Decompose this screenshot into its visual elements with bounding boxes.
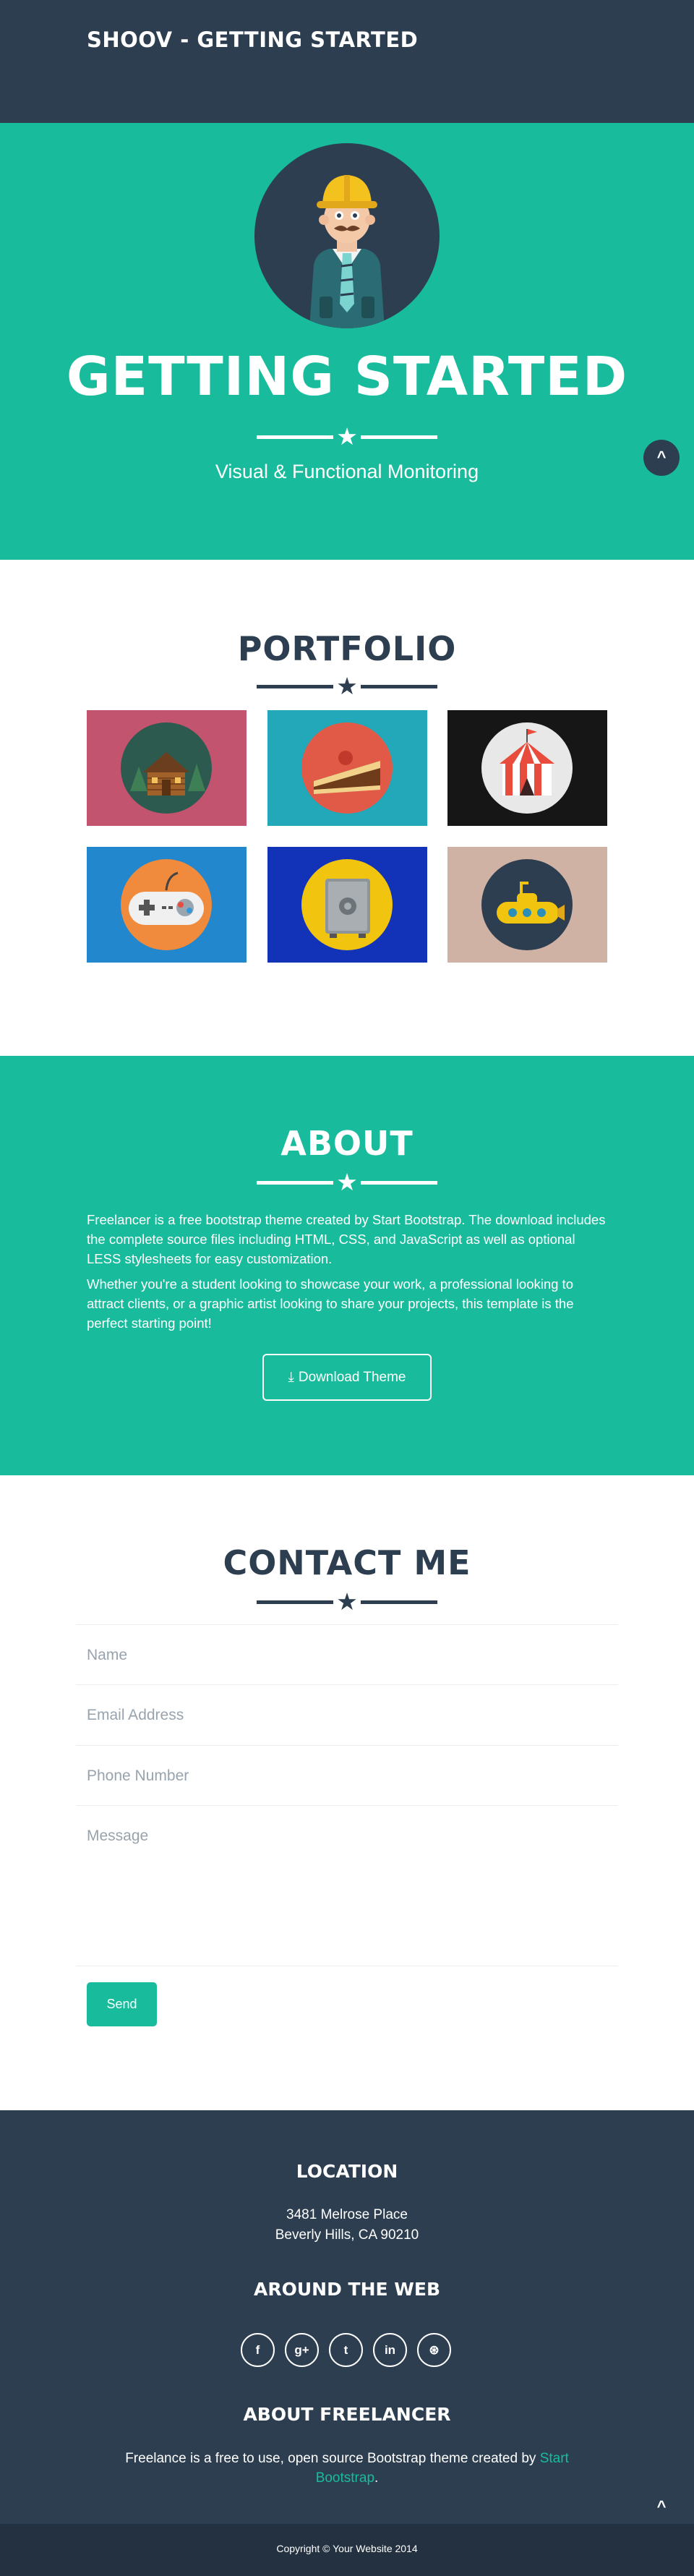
safe-image: [267, 847, 427, 963]
footer-about-text: Freelance is a free to use, open source …: [108, 2449, 586, 2488]
hero-title: GETTING STARTED: [66, 346, 628, 408]
about-section: ABOUT ★ Freelancer is a free bootstrap t…: [0, 1056, 694, 1475]
star-divider: ★: [257, 1590, 437, 1614]
cabin-image: [87, 710, 247, 826]
phone-field-group: [76, 1746, 618, 1806]
divider-line: [361, 1600, 437, 1604]
game-image: [87, 847, 247, 963]
footer-about-title: ABOUT FREELANCER: [243, 2404, 451, 2425]
portfolio-item-game[interactable]: [87, 847, 247, 963]
divider-line: [257, 685, 333, 688]
navbar-brand[interactable]: SHOOV - GETTING STARTED: [87, 27, 418, 52]
star-divider: ★: [257, 1170, 437, 1195]
twitter-icon[interactable]: t: [329, 2333, 363, 2367]
footer-location-title: LOCATION: [296, 2161, 398, 2182]
name-field-group: [76, 1624, 618, 1685]
section-title: CONTACT ME: [223, 1543, 471, 1582]
divider-line: [257, 1600, 333, 1604]
email-field[interactable]: [87, 1707, 607, 1724]
hero-header: GETTING STARTED ★ Visual & Functional Mo…: [0, 123, 694, 560]
star-icon: ★: [336, 1169, 358, 1195]
star-divider: ★: [257, 425, 437, 449]
google-plus-icon[interactable]: g+: [285, 2333, 319, 2367]
cake-image: [267, 710, 427, 826]
star-icon: ★: [336, 423, 358, 450]
address-line-1: 3481 Melrose Place: [286, 2207, 408, 2222]
facebook-icon[interactable]: f: [241, 2333, 275, 2367]
portfolio-item-safe[interactable]: [267, 847, 427, 963]
name-field[interactable]: [87, 1647, 607, 1664]
footer-web-title: AROUND THE WEB: [254, 2279, 440, 2300]
portfolio-item-cabin[interactable]: [87, 710, 247, 826]
about-paragraph: Whether you're a student looking to show…: [87, 1276, 574, 1331]
email-field-group: [76, 1685, 618, 1746]
divider-line: [257, 435, 333, 439]
message-field[interactable]: [87, 1827, 607, 1958]
star-divider: ★: [257, 674, 437, 699]
top-navbar: SHOOV - GETTING STARTED: [0, 0, 694, 123]
download-label: Download Theme: [298, 1370, 406, 1385]
about-paragraph: Freelancer is a free bootstrap theme cre…: [87, 1212, 606, 1266]
download-icon: ⤓: [288, 1370, 294, 1385]
send-button[interactable]: Send: [87, 1982, 157, 2026]
divider-line: [361, 435, 437, 439]
dribbble-icon[interactable]: ⊛: [417, 2333, 451, 2367]
hero-subtitle: Visual & Functional Monitoring: [215, 461, 479, 482]
scroll-top-button[interactable]: ^: [643, 440, 680, 476]
divider-line: [257, 1181, 333, 1185]
chevron-up-icon: ^: [656, 448, 667, 466]
copyright-text: Copyright © Your Website 2014: [276, 2543, 418, 2554]
footer: LOCATION 3481 Melrose Place Beverly Hill…: [0, 2110, 694, 2524]
scroll-top-button[interactable]: ^: [647, 2497, 676, 2526]
avatar: [254, 143, 440, 328]
builder-avatar-illustration: [309, 175, 385, 328]
section-title: ABOUT: [280, 1124, 414, 1163]
portfolio-item-cake[interactable]: [267, 710, 427, 826]
section-title: PORTFOLIO: [237, 629, 457, 668]
divider-line: [361, 1181, 437, 1185]
footer-about-end: .: [374, 2470, 379, 2486]
portfolio-section: PORTFOLIO ★: [0, 560, 694, 1056]
submarine-image: [447, 847, 607, 963]
chevron-up-icon: ^: [656, 2497, 667, 2515]
star-icon: ★: [336, 673, 358, 699]
message-field-group: [76, 1806, 618, 1966]
star-icon: ★: [336, 1588, 358, 1615]
linkedin-icon[interactable]: in: [373, 2333, 407, 2367]
copyright-bar: Copyright © Your Website 2014: [0, 2524, 694, 2576]
footer-about-body: Freelance is a free to use, open source …: [125, 2451, 536, 2466]
portfolio-item-submarine[interactable]: [447, 847, 607, 963]
phone-field[interactable]: [87, 1767, 607, 1785]
portfolio-item-circus[interactable]: [447, 710, 607, 826]
circus-image: [447, 710, 607, 826]
social-links: f g+ t in ⊛: [241, 2333, 454, 2368]
download-theme-button[interactable]: ⤓ Download Theme: [262, 1354, 432, 1401]
contact-section: CONTACT ME ★ Send: [0, 1475, 694, 2110]
address-line-2: Beverly Hills, CA 90210: [275, 2227, 419, 2243]
divider-line: [361, 685, 437, 688]
